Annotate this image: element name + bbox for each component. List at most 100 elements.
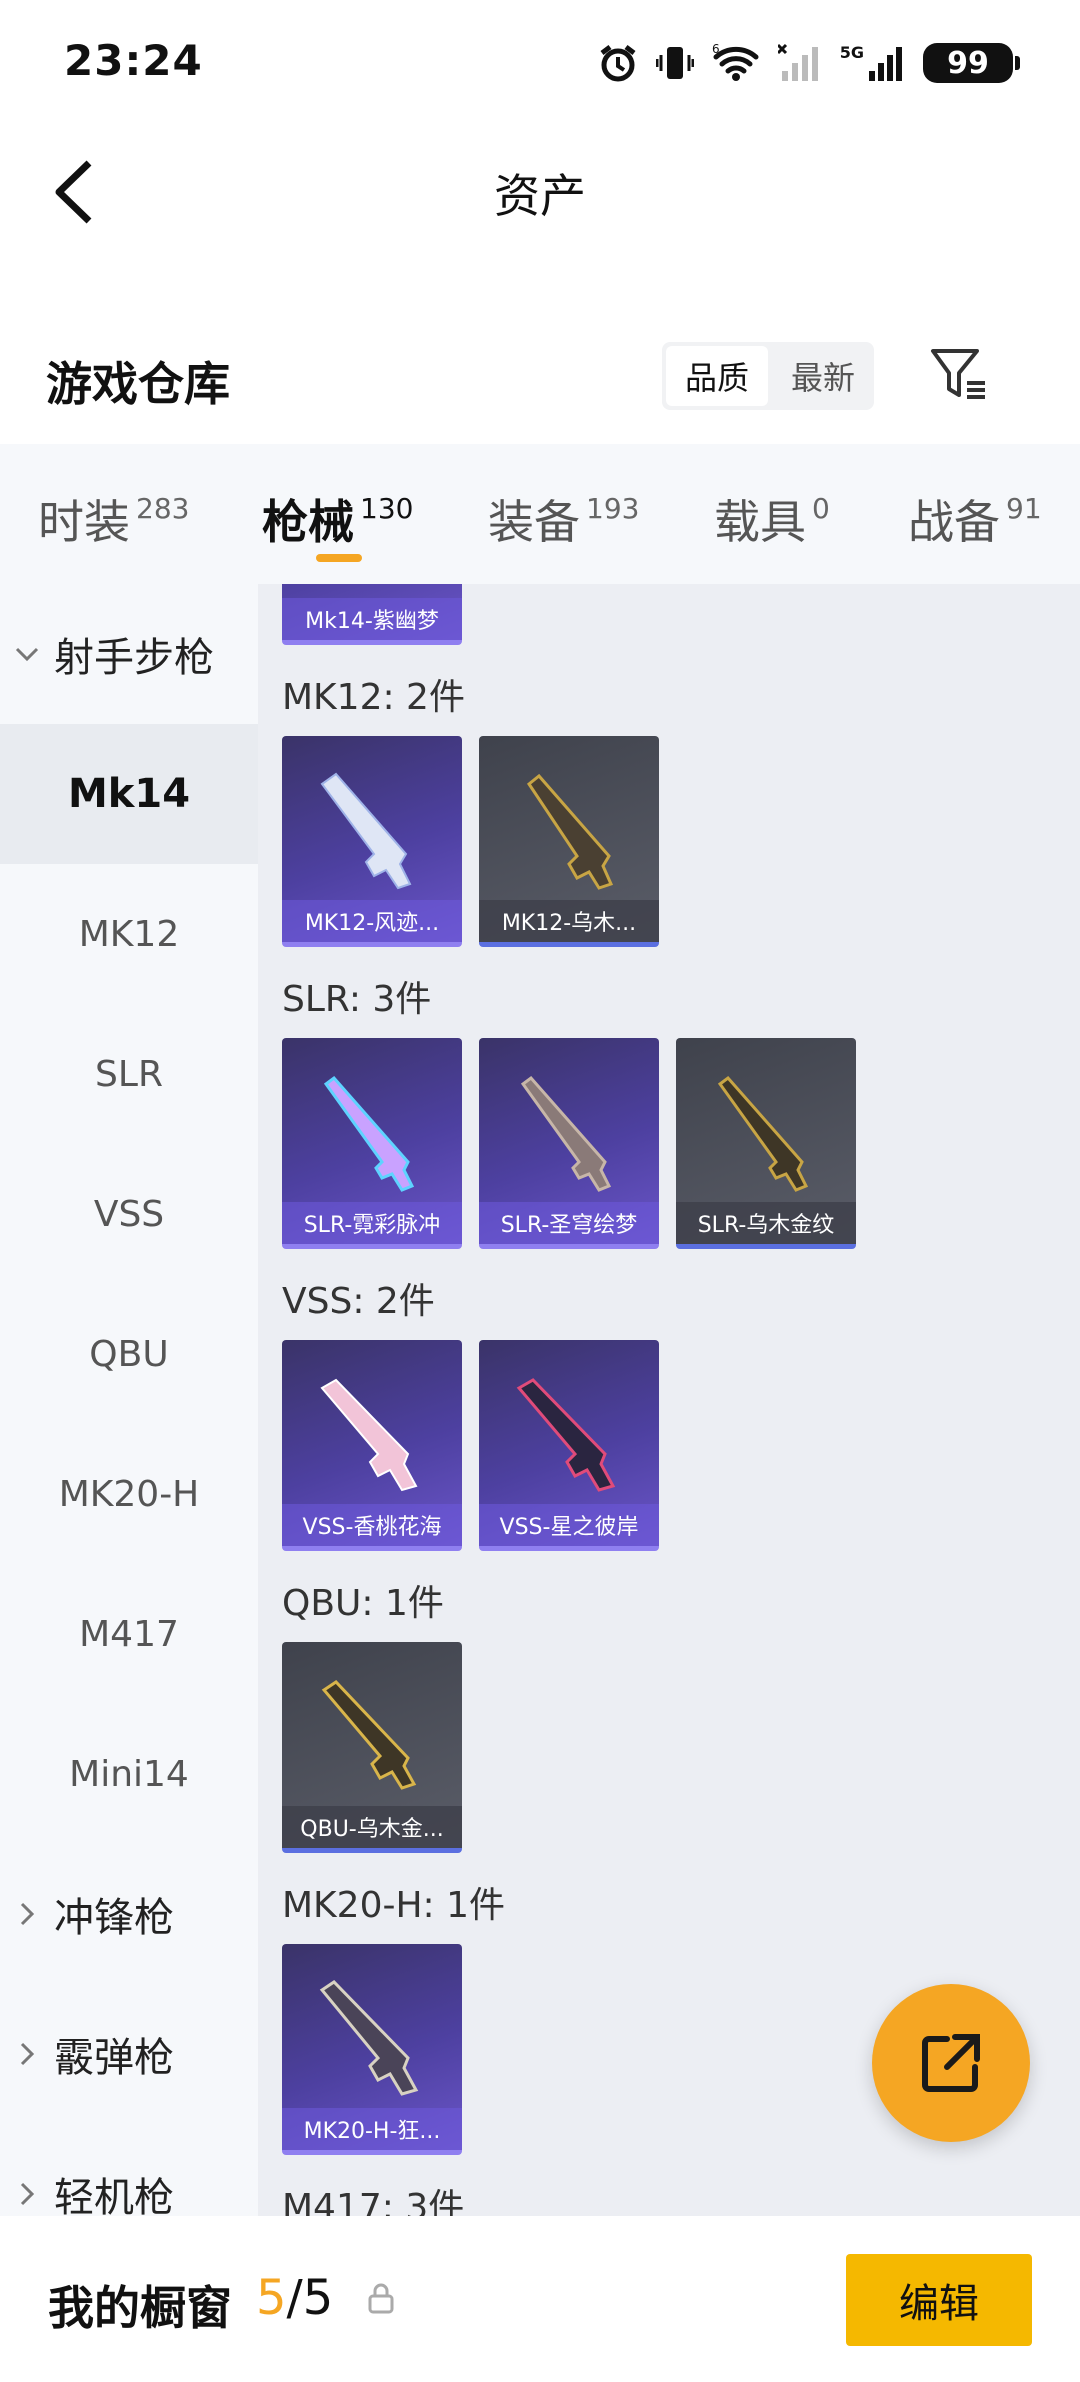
item-card-mk14[interactable]: Mk14-紫幽梦 [282,584,462,645]
chevron-down-icon [15,647,39,662]
page-title: 资产 [494,169,586,223]
sidebar-group-shotgun[interactable]: 霰弹枪 [0,1984,258,2124]
showcase-count-total: /5 [286,2270,334,2326]
rifle-icon [526,773,614,890]
battery-icon: 99 [923,43,1020,83]
filter-button[interactable] [924,344,994,406]
sidebar-group-label: 冲锋枪 [54,1895,174,1941]
item-card[interactable]: MK12-风迹... [282,736,462,947]
active-tab-indicator [316,554,362,562]
category-title-slr: SLR: 3件 [282,979,432,1020]
item-card[interactable]: VSS-星之彼岸 [479,1340,659,1551]
item-card-label: VSS-星之彼岸 [479,1504,659,1546]
item-card-label: Mk14-紫幽梦 [282,598,462,640]
item-grid: Mk14-紫幽梦 MK12: 2件 MK12-风迹... MK12-乌木... … [258,584,1080,2216]
sidebar-item-mini14[interactable]: Mini14 [0,1704,258,1844]
sidebar-group-label: 霰弹枪 [54,2035,174,2081]
battery-level: 99 [923,43,1013,83]
item-card-label: VSS-香桃花海 [282,1504,462,1546]
item-card-label: MK12-乌木... [479,900,659,942]
item-card[interactable]: SLR-乌木金纹 [676,1038,856,1249]
item-card[interactable]: SLR-霓彩脉冲 [282,1038,462,1249]
category-title-mk20h: MK20-H: 1件 [282,1885,506,1926]
svg-text:6: 6 [712,43,720,56]
lock-icon [368,2283,394,2314]
sidebar-group-marksman[interactable]: 射手步枪 [0,584,258,724]
vibrate-icon [655,47,694,79]
category-title-m417: M417: 3件 [282,2187,465,2216]
signal-weak-icon [777,43,818,81]
sidebar-item-mk14[interactable]: Mk14 [0,724,258,864]
showcase-label: 我的橱窗 [48,2281,232,2335]
rifle-icon [516,1378,616,1492]
tab-equipment[interactable]: 装备 193 [488,486,639,552]
rifle-icon [321,1680,417,1790]
item-card-label: SLR-乌木金纹 [676,1202,856,1244]
network-type-label: 5G [839,43,864,62]
chevron-right-icon [20,2042,35,2066]
sidebar-item-mk12[interactable]: MK12 [0,864,258,1004]
rifle-icon [520,1075,612,1192]
item-card-label: MK20-H-狂... [282,2108,462,2150]
sort-toggle: 品质 最新 [662,342,874,410]
alarm-icon [600,45,636,82]
status-bar: 23:24 6 5G 99 [0,0,1080,120]
tab-fashion[interactable]: 时装 283 [38,486,189,552]
item-card[interactable]: SLR-圣穹绘梦 [479,1038,659,1249]
share-button[interactable] [872,1984,1030,2142]
tab-battle-prep[interactable]: 战备 91 [908,486,1042,552]
signal-5g-icon: 5G [840,43,905,83]
rifle-icon [323,1075,415,1192]
tab-firearms[interactable]: 枪械 130 [262,486,413,552]
item-card[interactable]: MK20-H-狂... [282,1944,462,2155]
sidebar: 射手步枪 Mk14 MK12 SLR VSS QBU MK20-H M417 M… [0,584,258,2221]
status-icons: 6 5G 99 [598,38,1020,88]
category-title-vss: VSS: 2件 [282,1281,435,1322]
showcase-count: 5/5 [256,2270,333,2326]
rifle-icon [717,1075,809,1192]
tab-label: 枪械 [262,495,354,549]
wifi-icon: 6 [712,43,759,81]
tab-count: 193 [586,492,640,525]
item-card[interactable]: QBU-乌木金... [282,1642,462,1853]
sort-by-quality[interactable]: 品质 [666,346,768,406]
tab-label: 载具 [714,495,806,549]
sidebar-item-slr[interactable]: SLR [0,1004,258,1144]
sidebar-item-qbu[interactable]: QBU [0,1284,258,1424]
rifle-icon [320,1378,418,1492]
item-card-label: QBU-乌木金... [282,1806,462,1848]
item-card-label: MK12-风迹... [282,900,462,942]
tab-label: 时装 [38,495,130,549]
sidebar-group-smg[interactable]: 冲锋枪 [0,1844,258,1984]
chevron-right-icon [20,2182,35,2206]
rifle-icon [320,772,412,890]
item-card[interactable]: MK12-乌木... [479,736,659,947]
item-card-label: SLR-圣穹绘梦 [479,1202,659,1244]
sidebar-item-mk20h[interactable]: MK20-H [0,1424,258,1564]
item-card[interactable]: VSS-香桃花海 [282,1340,462,1551]
tab-count: 0 [812,492,830,525]
chevron-right-icon [20,1902,35,1926]
sidebar-group-label: 轻机枪 [54,2175,174,2221]
sort-by-newest[interactable]: 最新 [772,342,874,410]
edit-button[interactable]: 编辑 [846,2254,1032,2346]
tab-label: 战备 [908,495,1000,549]
category-title-mk12: MK12: 2件 [282,677,465,718]
tab-count: 130 [360,492,414,525]
item-card-label: SLR-霓彩脉冲 [282,1202,462,1244]
tab-count: 283 [136,492,190,525]
sidebar-item-m417[interactable]: M417 [0,1564,258,1704]
tab-count: 91 [1006,492,1042,525]
tab-vehicles[interactable]: 载具 0 [714,486,830,552]
sidebar-item-vss[interactable]: VSS [0,1144,258,1284]
sidebar-group-label: 射手步枪 [54,635,214,681]
section-title: 游戏仓库 [46,357,230,411]
showcase-count-current: 5 [256,2270,287,2326]
filter-icon [931,349,985,399]
status-time: 23:24 [64,36,203,85]
tab-label: 装备 [488,495,580,549]
category-tabs: 时装 283 枪械 130 装备 193 载具 0 战备 91 [0,444,1080,584]
external-link-icon [922,2034,980,2092]
rifle-icon [319,1980,419,2096]
category-title-qbu: QBU: 1件 [282,1583,444,1624]
